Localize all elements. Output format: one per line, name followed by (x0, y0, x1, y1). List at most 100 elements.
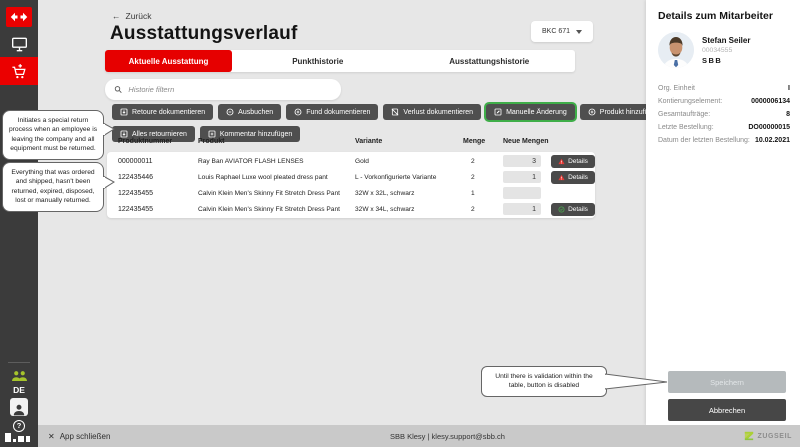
tab-aktuelle-ausstattung[interactable]: Aktuelle Ausstattung (105, 50, 232, 72)
button-label: Kommentar hinzufügen (220, 131, 292, 138)
fund-dokumentieren-button[interactable]: Fund dokumentieren (286, 104, 378, 120)
details-label: Details (568, 158, 588, 165)
product-number: 122435455 (118, 190, 198, 197)
zugseil-z-icon (744, 431, 754, 441)
details-button[interactable]: Details (551, 203, 595, 216)
product-variant: 32W x 32L, schwarz (355, 190, 463, 197)
product-name: Louis Raphael Luxe wool pleated dress pa… (198, 174, 355, 181)
verlust-dokumentieren-button[interactable]: Verlust dokumentieren (383, 104, 481, 120)
button-label: Retoure dokumentieren (132, 109, 205, 116)
callout-pointer (103, 175, 116, 190)
product-variant: Gold (355, 158, 463, 165)
quantity: 2 (463, 158, 503, 165)
language-selector[interactable]: DE (0, 385, 38, 395)
back-button[interactable]: ← Zurück (112, 11, 151, 21)
manuelle-aenderung-button[interactable]: Manuelle Änderung (486, 104, 575, 120)
new-quantity-input[interactable] (503, 203, 541, 215)
save-button[interactable]: Speichern (668, 371, 786, 393)
close-app-button[interactable]: ✕ App schließen (48, 425, 110, 447)
details-label: Details (568, 206, 588, 213)
warning-icon (558, 158, 565, 165)
sidebar-item-help[interactable]: ? (0, 419, 38, 433)
tab-punkthistorie[interactable]: Punkthistorie (232, 50, 404, 72)
plus-circle-icon (294, 108, 302, 116)
callout-pointer (103, 122, 116, 137)
table-row: 000000011 Ray Ban AVIATOR FLASH LENSES G… (107, 153, 595, 169)
cancel-button[interactable]: Abbrechen (668, 399, 786, 421)
unit-dropdown[interactable]: BKC 671 (531, 21, 593, 42)
details-button[interactable]: Details (551, 171, 595, 184)
callout-save-disabled: Until there is validation within the tab… (481, 366, 607, 397)
back-arrow-icon: ← (112, 11, 121, 21)
ausbuchen-button[interactable]: Ausbuchen (218, 104, 281, 120)
employee-detail-panel: Details zum Mitarbeiter Stefan Seiler 00… (646, 0, 800, 425)
col-produkt: Produkt (198, 138, 355, 145)
vendor-pixel-logo (5, 433, 30, 442)
col-menge: Menge (463, 138, 503, 145)
field-label: Gesamtaufträge: (658, 111, 710, 118)
page-title: Ausstattungsverlauf (110, 23, 298, 45)
button-label: Manuelle Änderung (506, 109, 567, 116)
support-info: SBB Klesy | klesy.support@sbb.ch (390, 425, 505, 447)
sbb-arrows-icon (10, 11, 28, 23)
sbb-logo (6, 7, 32, 27)
box-arrow-icon (120, 108, 128, 116)
employee-company: SBB (702, 56, 722, 65)
plus-circle-icon (588, 108, 596, 116)
field-value: 0000006134 (751, 98, 790, 105)
plus-box-icon (208, 130, 216, 138)
callout-pointer (605, 372, 669, 392)
field-value: 8 (786, 111, 790, 118)
rail-divider (8, 362, 30, 363)
equipment-table: 000000011 Ray Ban AVIATOR FLASH LENSES G… (107, 152, 595, 218)
history-filter (105, 79, 341, 100)
product-name: Ray Ban AVIATOR FLASH LENSES (198, 158, 355, 165)
product-number: 000000011 (118, 158, 198, 165)
employee-id: 00034555 (702, 47, 732, 54)
employee-avatar (658, 32, 694, 68)
product-variant: L - Vorkonfigurierte Variante (355, 174, 463, 181)
left-nav-rail: DE ? (0, 0, 38, 447)
product-number: 122435455 (118, 206, 198, 213)
details-label: Details (568, 174, 588, 181)
retoure-dokumentieren-button[interactable]: Retoure dokumentieren (112, 104, 213, 120)
sidebar-item-users[interactable] (0, 368, 38, 384)
field-label: Letzte Bestellung: (658, 124, 714, 131)
field-value: I (788, 85, 790, 92)
product-variant: 32W x 34L, schwarz (355, 206, 463, 213)
callout-return-all: Initiates a special return process when … (2, 110, 104, 160)
minus-circle-icon (226, 108, 234, 116)
table-header: Produktnummer Produkt Variante Menge Neu… (107, 138, 595, 145)
check-circle-icon (558, 206, 565, 213)
field-label: Kontierungselement: (658, 98, 722, 105)
sidebar-item-shop[interactable] (0, 57, 38, 85)
search-icon (114, 85, 122, 94)
zugseil-label: ZUGSEIL (757, 433, 792, 440)
profile-icon (10, 398, 28, 416)
employee-fields: Org. Einheit I Kontierungselement: 0000006… (658, 85, 790, 150)
callout-current-equipment: Everything that was ordered and shipped,… (2, 162, 104, 212)
slashed-box-icon (391, 108, 399, 116)
close-app-label: App schließen (60, 432, 111, 441)
quantity: 2 (463, 206, 503, 213)
table-row: 122435455 Calvin Klein Men's Skinny Fit … (107, 201, 595, 217)
close-icon: ✕ (48, 432, 55, 441)
history-filter-input[interactable] (128, 85, 332, 94)
cart-plus-icon (11, 63, 28, 80)
field-label: Org. Einheit (658, 85, 695, 92)
sidebar-item-kiosk[interactable] (0, 33, 38, 55)
box-arrow-icon (120, 130, 128, 138)
details-button[interactable]: Details (551, 155, 595, 168)
edit-box-icon (494, 108, 502, 116)
tab-ausstattungshistorie[interactable]: Ausstattungshistorie (404, 50, 576, 72)
new-quantity-input[interactable] (503, 171, 541, 183)
field-value: 10.02.2021 (755, 137, 790, 144)
sidebar-item-profile[interactable] (0, 397, 38, 417)
product-number: 122435446 (118, 174, 198, 181)
bottom-bar: ✕ App schließen SBB Klesy | klesy.suppor… (38, 425, 800, 447)
action-row-1: Retoure dokumentieren Ausbuchen Fund dok… (112, 104, 668, 120)
new-quantity-input[interactable] (503, 187, 541, 199)
new-quantity-input[interactable] (503, 155, 541, 167)
employee-name: Stefan Seiler (702, 36, 750, 45)
col-neue-mengen: Neue Mengen (503, 138, 551, 145)
